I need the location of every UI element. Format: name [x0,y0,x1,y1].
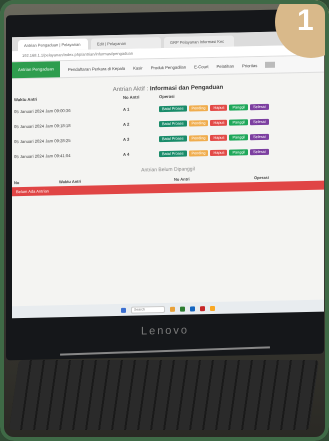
keyboard-icon[interactable] [265,61,276,68]
process-button[interactable]: Batal Proses [159,135,187,142]
pending-button[interactable]: Pending [188,119,209,127]
process-button[interactable]: Batal Proses [159,105,187,112]
keyboard [9,360,319,430]
browser-tab[interactable]: Edit | Pelayanan [91,37,161,50]
app-icon[interactable] [190,305,195,311]
delete-button[interactable]: Hapus [210,149,228,156]
app-icon[interactable] [210,305,215,311]
row-ops: Batal Proses Pending Hapus Panggil Selesai [157,143,324,161]
nav-item[interactable]: Pelatihan [217,63,234,68]
nav-item[interactable]: Pendaftaran Perkara di Kepala [68,65,125,71]
row-no: A 3 [123,136,130,142]
pending-button[interactable]: Pending [188,134,209,142]
delete-button[interactable]: Hapus [210,119,228,126]
row-time: 05 Januari 2024 Jam 09:41:04 [14,152,71,160]
pending-button[interactable]: Pending [188,149,209,157]
nav-home[interactable]: Antrian Pengaduan [12,61,60,79]
monitor: Antrian Pengaduan | Pelayanan Edit | Pel… [6,8,324,361]
process-button[interactable]: Batal Proses [159,150,187,157]
finish-button[interactable]: Selesai [250,133,269,140]
nav-item[interactable]: Produk Pengadilan [151,64,186,70]
delete-button[interactable]: Hapus [210,104,228,111]
screen: Antrian Pengaduan | Pelayanan Edit | Pel… [12,30,324,310]
app-icon[interactable] [180,306,185,312]
finish-button[interactable]: Selesai [250,148,269,155]
monitor-brand: Lenovo [140,324,190,338]
process-button[interactable]: Batal Proses [159,120,187,127]
call-button[interactable]: Panggil [229,133,249,141]
app-icon[interactable] [170,306,175,312]
row-no: A 4 [123,151,130,157]
col-op: Operasi [254,174,269,181]
col-queue: No Antri [174,176,190,182]
search-box[interactable]: Search [131,305,165,314]
pending-button[interactable]: Pending [188,104,209,112]
finish-button[interactable]: Selesai [250,118,269,125]
row-no: A 1 [123,106,130,112]
col-time: Waktu Antri [59,178,82,185]
delete-button[interactable]: Hapus [210,134,228,141]
finish-button[interactable]: Selesai [250,103,269,110]
title-prefix: Antrian Aktif : [112,86,149,94]
browser-tab[interactable]: GRP Pelayanan Informasi Kec [164,35,234,49]
active-queue-table: Waktu Antri No Antri Operasi 05 Januari … [12,89,324,165]
start-icon[interactable] [121,307,126,313]
nav-item[interactable]: Kasir [133,65,143,70]
row-no: A 2 [123,121,130,127]
call-button[interactable]: Panggil [229,103,249,111]
col-no: No [14,180,20,186]
call-button[interactable]: Panggil [229,148,249,156]
photo: Antrian Pengaduan | Pelayanan Edit | Pel… [0,0,329,441]
nav-item[interactable]: E-Court [194,64,208,69]
nav-item[interactable]: Prioritas [242,63,257,68]
app-icon[interactable] [200,305,205,311]
badge-label: 1 [297,4,314,37]
call-button[interactable]: Panggil [229,118,249,126]
